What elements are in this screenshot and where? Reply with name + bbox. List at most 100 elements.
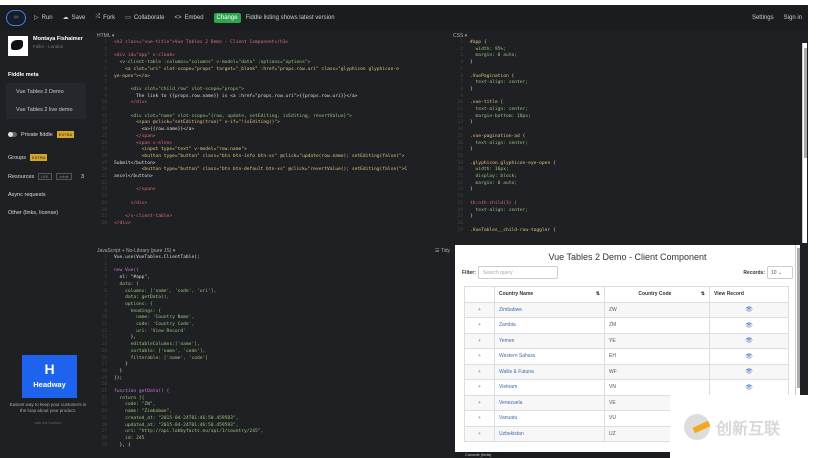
code-line: 17}: [452, 147, 808, 154]
signin-link[interactable]: Sign in: [784, 15, 802, 21]
code-text: ye-open"></a>: [114, 73, 150, 79]
code-line: 22 margin: 0 auto;: [452, 181, 808, 188]
run-button[interactable]: ▷ Run: [34, 14, 53, 22]
avatar[interactable]: [8, 36, 28, 56]
js-editor[interactable]: 1 Vue.use(VueTables.ClientTable); 2 3 new Vu…: [92, 255, 455, 449]
css-label[interactable]: CSS ▾: [453, 33, 467, 39]
eye-icon[interactable]: 👁: [709, 348, 789, 365]
headway-ad[interactable]: H Headway: [22, 355, 77, 398]
country-name-cell[interactable]: Yemen: [494, 332, 605, 349]
html-editor[interactable]: 1 <h3 class="vue-title">Vue Tables 2 Demo…: [92, 40, 445, 228]
eye-icon[interactable]: 👁: [709, 317, 789, 334]
line-number: 18: [101, 368, 107, 374]
code-text: }: [470, 86, 473, 92]
country-name-cell[interactable]: Vietnam: [494, 379, 605, 396]
settings-link[interactable]: Settings: [752, 15, 774, 21]
row-toggle[interactable]: +: [464, 379, 495, 396]
line-number: 11: [101, 322, 107, 328]
line-number: 25: [101, 200, 107, 206]
code-text: margin-bottom: 10px;: [470, 113, 531, 119]
country-name-cell[interactable]: Wallis & Futuna: [494, 363, 605, 380]
code-text: .vue-pagination-ad {: [470, 133, 526, 139]
code-text: text-align: center;: [470, 140, 529, 146]
async-requests-item[interactable]: Async requests: [0, 186, 92, 204]
line-number: 29: [101, 442, 107, 448]
row-toggle[interactable]: +: [464, 410, 495, 427]
country-code-header[interactable]: Country Code ⇅: [604, 286, 710, 303]
ad-text[interactable]: Easiest way to keep your customers in th…: [6, 402, 90, 414]
row-toggle[interactable]: +: [464, 301, 495, 318]
code-line: 1 <h3 class="vue-title">Vue Tables 2 Demo…: [96, 40, 445, 47]
country-name-cell[interactable]: Venezuela: [494, 394, 605, 411]
records-select[interactable]: 10 ⌄: [767, 266, 793, 279]
groups-item[interactable]: Groups EXTRA: [0, 148, 92, 167]
embed-button[interactable]: <> Embed: [175, 15, 204, 21]
user-name[interactable]: Montaya Fishaimer: [33, 36, 83, 42]
country-name-cell[interactable]: Western Sahara: [494, 348, 605, 365]
eye-icon[interactable]: 👁: [709, 332, 789, 349]
code-line: 21 ancel</button>: [96, 174, 445, 181]
toggle-icon[interactable]: [8, 132, 17, 137]
code-text: }: [470, 60, 473, 66]
code-text: display: block;: [470, 174, 518, 180]
line-number: 14: [101, 342, 107, 348]
row-toggle[interactable]: +: [464, 332, 495, 349]
country-name-cell[interactable]: Zimbabwe: [494, 301, 605, 318]
collaborate-button[interactable]: ▭ Collaborate: [125, 14, 164, 22]
code-text: </v-client-table>: [114, 214, 173, 220]
line-number: 4: [460, 60, 463, 66]
js-label[interactable]: JavaScript + No-Library (pure JS) ▾: [97, 248, 175, 254]
change-badge[interactable]: Change: [213, 12, 241, 23]
embed-label: Embed: [184, 14, 204, 21]
other-links-item[interactable]: Other (links, license): [0, 204, 92, 222]
country-name-cell[interactable]: Zambia: [494, 317, 605, 334]
country-name-header[interactable]: Country Name ⇅: [494, 286, 605, 303]
code-line: 15 </span>: [96, 134, 445, 141]
sort-icon[interactable]: ⇅: [596, 291, 600, 297]
eye-icon[interactable]: 👁: [709, 301, 789, 318]
jsfiddle-logo[interactable]: ∞: [6, 9, 26, 26]
code-line: 25 created_at: "2015-04-24T01:46:50.4595…: [96, 416, 455, 423]
fiddle-description-field[interactable]: Vue Tables 2 live demo: [6, 101, 86, 119]
fork-button[interactable]: ⤮ Fork: [95, 14, 115, 21]
code-line: 25 th:nth-child(3) {: [452, 201, 808, 208]
line-number: 7: [104, 80, 107, 86]
row-toggle[interactable]: +: [464, 317, 495, 334]
country-name-cell[interactable]: Vanuatu: [494, 410, 605, 427]
country-code-cell: VN: [604, 379, 710, 396]
row-toggle[interactable]: +: [464, 394, 495, 411]
line-number: 18: [101, 153, 107, 159]
html-label[interactable]: HTML ▾: [97, 33, 114, 39]
row-toggle[interactable]: +: [464, 425, 495, 442]
code-text: <input type="text" v-model="row.name">: [114, 147, 247, 153]
status-text: Fiddle listing shows latest version: [245, 14, 335, 21]
country-name-cell[interactable]: Uzbekistan: [494, 425, 605, 442]
code-text: id: 245: [114, 435, 145, 441]
code-line: 24: [452, 194, 808, 201]
eye-icon[interactable]: 👁: [709, 379, 789, 396]
code-text: text-align: center;: [470, 107, 529, 113]
line-number: 17: [101, 362, 107, 368]
resources-item[interactable]: Resources URL cdnjs 3: [0, 167, 92, 186]
sort-icon[interactable]: ⇅: [701, 291, 705, 297]
code-line: 15 .vue-pagination-ad {: [452, 134, 808, 141]
css-scrollbar[interactable]: [802, 43, 807, 243]
code-text: </div>: [114, 220, 131, 226]
code-line: 28: [452, 221, 808, 228]
fiddle-title-field[interactable]: Vue Tables 2 Demo: [6, 83, 86, 101]
search-input[interactable]: Search query: [477, 266, 558, 279]
row-toggle[interactable]: +: [464, 363, 495, 380]
row-toggle[interactable]: +: [464, 348, 495, 365]
ad-by[interactable]: ads via Carbon: [6, 420, 90, 425]
code-line: 23 </span>: [96, 187, 445, 194]
css-editor[interactable]: 1 #app {2 width: 95%; 3 margin: 0 auto; 4} 5…: [448, 40, 808, 234]
eye-icon[interactable]: 👁: [709, 363, 789, 380]
line-number: 5: [104, 281, 107, 287]
save-button[interactable]: ☁ Save: [63, 14, 86, 22]
tidy-button[interactable]: ☰ Tidy: [435, 248, 450, 254]
header-label: Country Code: [638, 291, 672, 298]
private-fiddle-toggle[interactable]: Private fiddle EXTRA: [0, 125, 92, 144]
country-code-cell: WF: [604, 363, 710, 380]
table-row: + Zambia ZM 👁: [464, 317, 789, 334]
line-number: 14: [101, 127, 107, 133]
